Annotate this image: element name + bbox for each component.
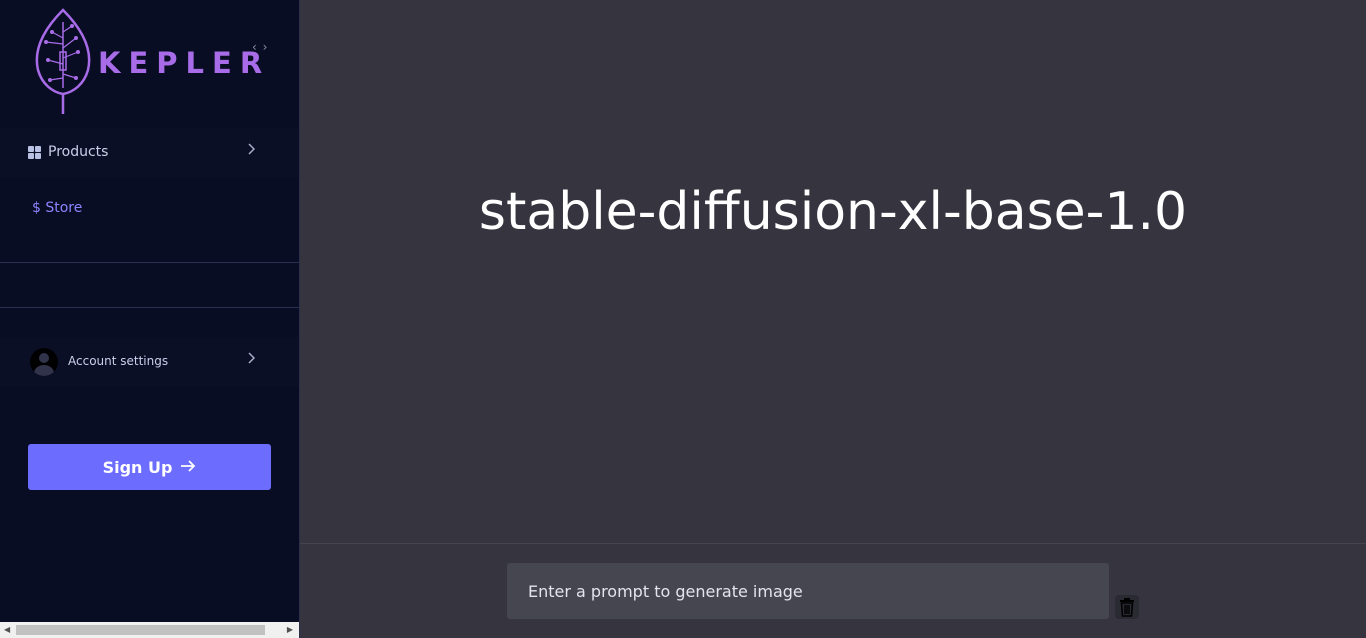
divider	[0, 307, 299, 308]
logo-text: KEPLER	[98, 46, 271, 80]
account-settings-item[interactable]: Account settings	[0, 337, 299, 387]
grid-icon	[28, 146, 41, 159]
sidebar-item-products[interactable]: Products	[0, 128, 299, 178]
leaf-circuit-logo-icon	[35, 8, 91, 114]
chevron-right-icon	[247, 142, 257, 160]
trash-icon	[1120, 598, 1134, 617]
clear-prompt-button[interactable]	[1115, 595, 1139, 619]
scrollbar-thumb[interactable]	[16, 625, 265, 635]
page-title: stable-diffusion-xl-base-1.0	[478, 182, 1188, 242]
divider	[0, 262, 299, 263]
sidebar-item-label: Products	[48, 144, 109, 160]
sidebar: KEPLER ‹ › Products $ Store Account sett…	[0, 0, 300, 638]
scroll-right-icon[interactable]: ▶	[287, 625, 293, 634]
account-settings-label: Account settings	[68, 354, 169, 368]
kepler-logo[interactable]: KEPLER	[32, 8, 262, 116]
prompt-input[interactable]	[507, 563, 1109, 619]
collapse-sidebar-toggle[interactable]: ‹ ›	[252, 40, 268, 54]
horizontal-scrollbar[interactable]: ◀ ▶	[0, 622, 299, 638]
sign-up-label: Sign Up	[102, 457, 173, 477]
sign-up-button[interactable]: Sign Up	[28, 444, 271, 490]
arrow-right-icon	[180, 458, 196, 477]
sidebar-item-store[interactable]: $ Store	[0, 184, 299, 234]
scroll-left-icon[interactable]: ◀	[4, 625, 10, 634]
sidebar-item-label: $ Store	[32, 200, 83, 216]
avatar-icon	[30, 348, 58, 376]
chevron-right-icon	[247, 351, 257, 369]
